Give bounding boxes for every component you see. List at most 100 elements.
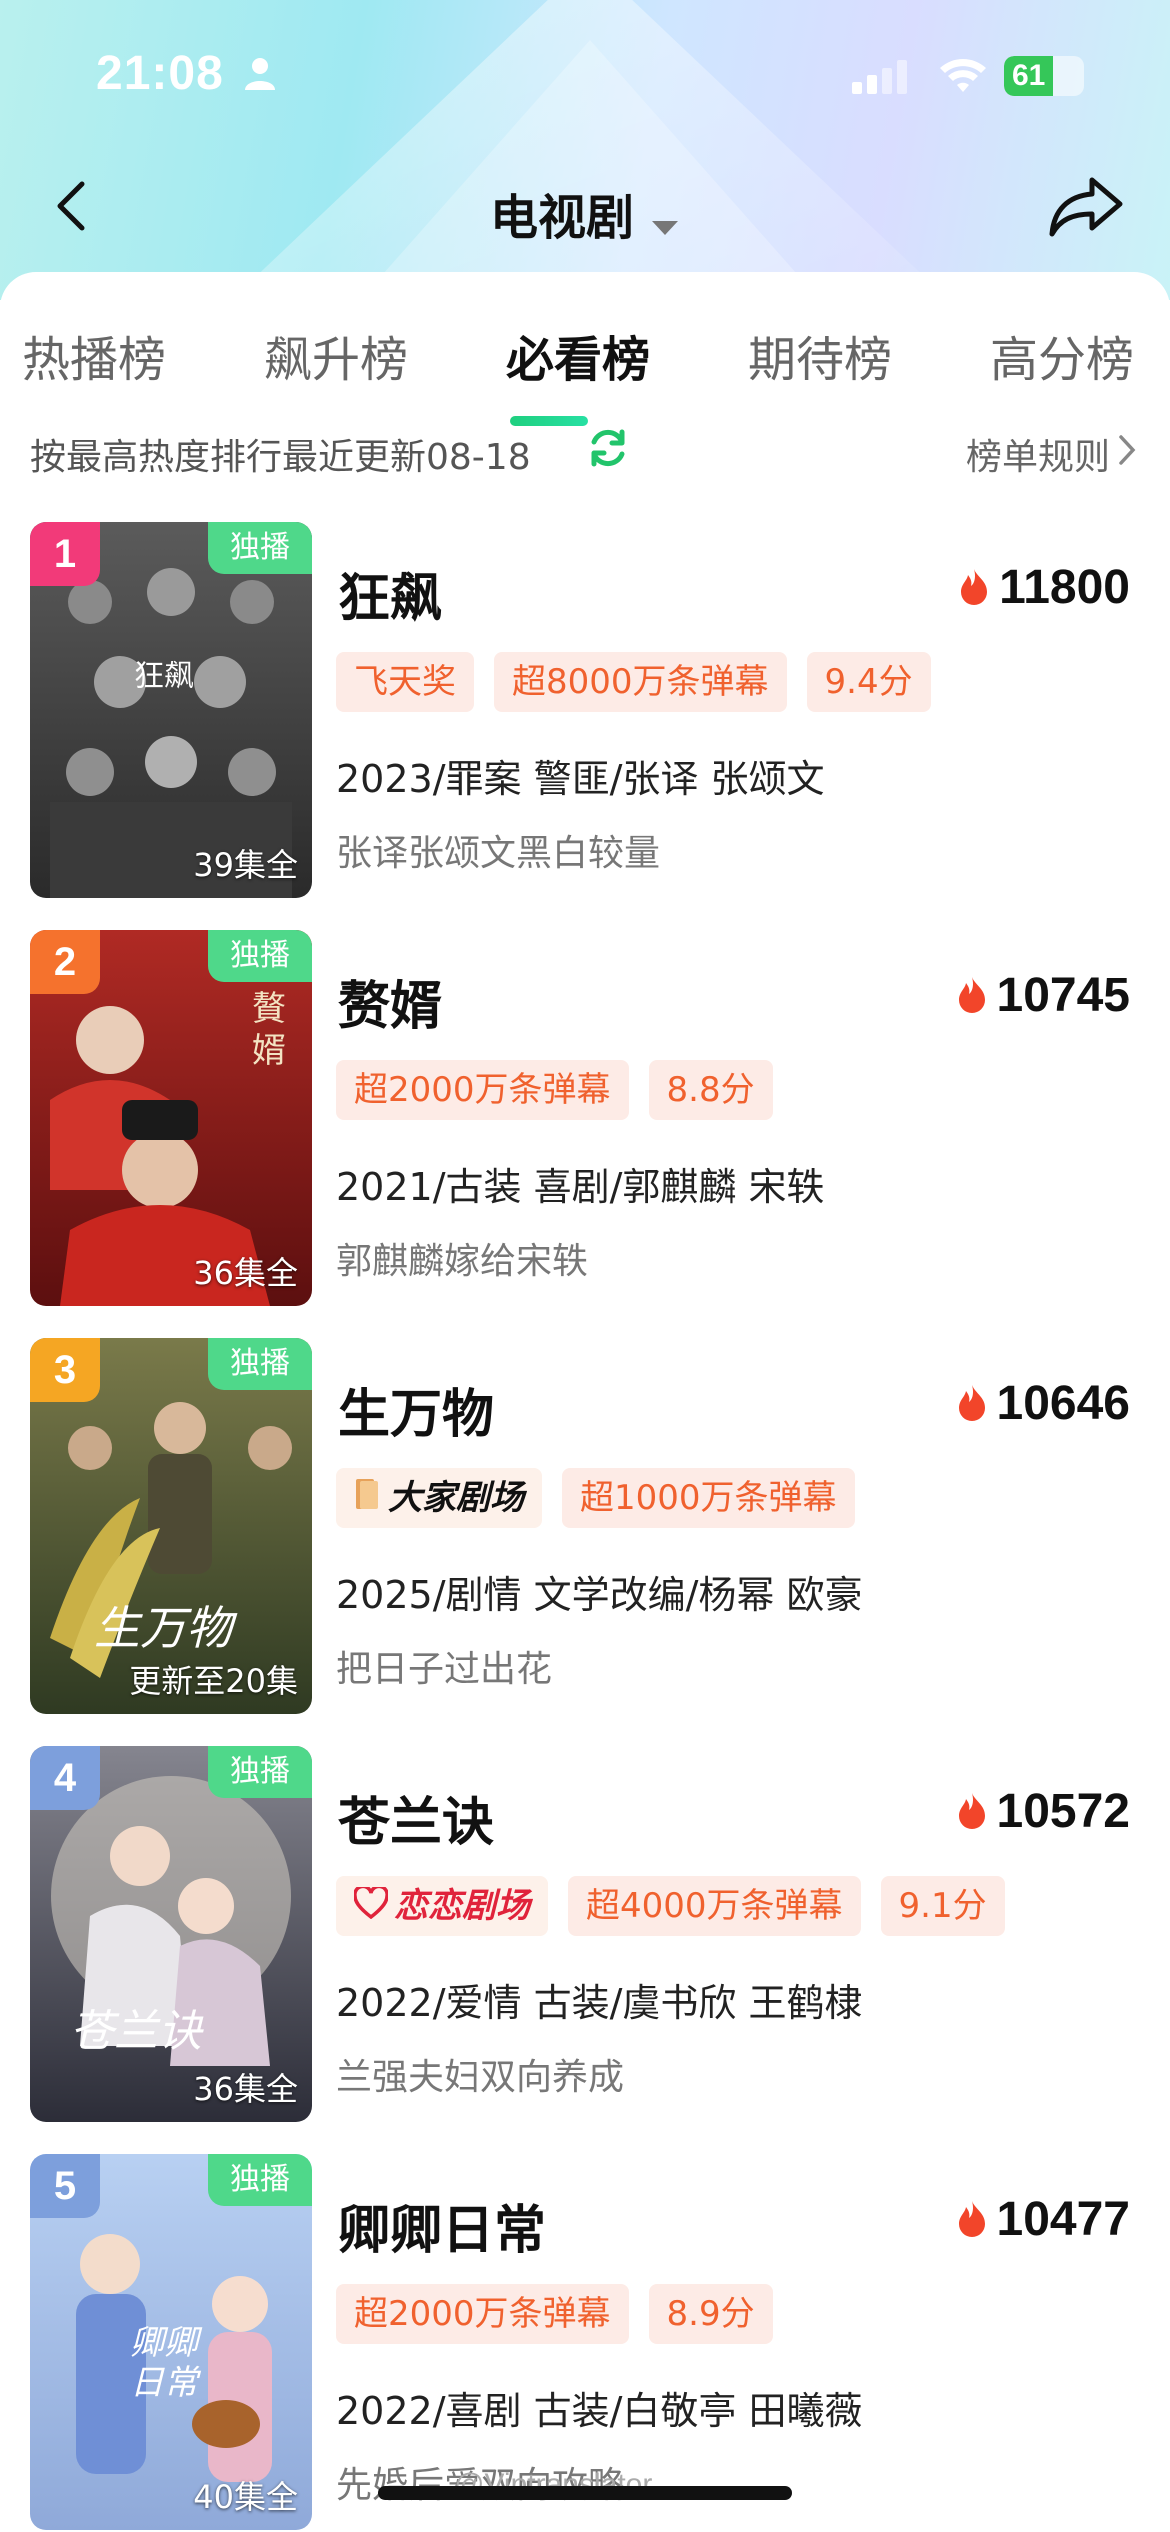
show-title[interactable]: 生万物 xyxy=(338,1372,494,1447)
score-tag: 9.1分 xyxy=(880,1876,1005,1936)
show-meta: 2022/喜剧 古装/白敬亭 田曦薇 xyxy=(336,2389,863,2433)
episode-count: 36集全 xyxy=(193,2070,298,2108)
tag-row: 恋恋剧场 超4000万条弹幕 9.1分 xyxy=(336,1876,1025,1936)
tag-row: 超2000万条弹幕 8.8分 xyxy=(336,1060,793,1120)
show-meta: 2021/古装 喜剧/郭麒麟 宋轶 xyxy=(336,1165,825,1209)
svg-text:生万物: 生万物 xyxy=(94,1601,238,1655)
poster-image[interactable]: 狂飙 1 独播 39集全 xyxy=(30,522,312,898)
list-item[interactable]: 贅 婿 2 独播 36集全 赘婿 10745 超2000万条弹幕 8.8分 202… xyxy=(0,930,1170,1330)
flame-icon xyxy=(957,1383,987,1425)
ranking-description: 按最高热度排行最近更新08-18 xyxy=(30,437,531,478)
content-sheet: 热播榜 飙升榜 必看榜 期待榜 高分榜 按最高热度排行最近更新08-18 榜单规… xyxy=(0,272,1170,2532)
poster-image[interactable]: 生万物 3 独播 更新至20集 xyxy=(30,1338,312,1714)
danmaku-tag: 超8000万条弹幕 xyxy=(494,652,787,712)
tab-must-watch[interactable]: 必看榜 xyxy=(506,320,650,390)
flame-icon xyxy=(959,567,989,609)
list-item[interactable]: 生万物 3 独播 更新至20集 生万物 10646 大家剧场 超1000万条弹幕 … xyxy=(0,1338,1170,1738)
exclusive-badge: 独播 xyxy=(208,1338,312,1390)
danmaku-tag: 超1000万条弹幕 xyxy=(562,1468,855,1528)
show-meta: 2022/爱情 古装/虞书欣 王鹤棣 xyxy=(336,1981,863,2025)
heat-score: 10572 xyxy=(957,1784,1130,1844)
show-blurb: 张译张颂文黑白较量 xyxy=(336,833,661,874)
exclusive-badge: 独播 xyxy=(208,1746,312,1798)
episode-count: 39集全 xyxy=(193,846,298,884)
person-icon xyxy=(243,56,277,94)
theater-logo-tag: 大家剧场 xyxy=(336,1468,542,1528)
tab-anticipated[interactable]: 期待榜 xyxy=(748,320,892,390)
rank-badge: 4 xyxy=(30,1746,100,1810)
exclusive-badge: 独播 xyxy=(208,2154,312,2206)
episode-count: 更新至20集 xyxy=(129,1662,298,1700)
ranking-rules-link[interactable]: 榜单规则 xyxy=(966,428,1110,480)
caret-down-icon xyxy=(650,193,680,249)
wifi-icon xyxy=(938,54,988,98)
ranking-tabs: 热播榜 飙升榜 必看榜 期待榜 高分榜 xyxy=(0,320,1170,426)
category-selector[interactable]: 电视剧 xyxy=(0,178,1170,249)
award-tag: 飞天奖 xyxy=(336,652,474,712)
episode-count: 40集全 xyxy=(193,2478,298,2516)
tab-rising[interactable]: 飙升榜 xyxy=(264,320,408,390)
page-title: 电视剧 xyxy=(489,190,634,246)
share-icon[interactable] xyxy=(1048,174,1124,242)
poster-image[interactable]: 苍兰诀 4 独播 36集全 xyxy=(30,1746,312,2122)
heat-value: 11800 xyxy=(999,561,1130,614)
episode-count: 36集全 xyxy=(193,1254,298,1292)
rank-badge: 3 xyxy=(30,1338,100,1402)
heat-score: 10646 xyxy=(957,1376,1130,1436)
tab-hot[interactable]: 热播榜 xyxy=(22,320,166,390)
cellular-signal-icon xyxy=(852,60,908,98)
danmaku-tag: 超4000万条弹幕 xyxy=(568,1876,861,1936)
tab-top-rated[interactable]: 高分榜 xyxy=(990,320,1134,390)
danmaku-tag: 超2000万条弹幕 xyxy=(336,1060,629,1120)
list-item[interactable]: 狂飙 1 独播 39集全 狂飙 11800 飞天奖 超8000万条弹幕 9.4分 2… xyxy=(0,522,1170,922)
home-indicator[interactable] xyxy=(378,2486,792,2500)
tag-row: 大家剧场 超1000万条弹幕 xyxy=(336,1468,875,1528)
poster-image[interactable]: 贅 婿 2 独播 36集全 xyxy=(30,930,312,1306)
heat-score: 10745 xyxy=(957,968,1130,1028)
ranking-subbar: 按最高热度排行最近更新08-18 榜单规则 xyxy=(0,422,1170,482)
svg-text:卿卿: 卿卿 xyxy=(130,2323,203,2363)
danmaku-tag: 超2000万条弹幕 xyxy=(336,2284,629,2344)
list-item[interactable]: 苍兰诀 4 独播 36集全 苍兰诀 10572 恋恋剧场 超4000万条弹幕 9.1… xyxy=(0,1746,1170,2146)
rank-badge: 5 xyxy=(30,2154,100,2218)
theater-logo-tag: 恋恋剧场 xyxy=(336,1876,548,1936)
book-icon xyxy=(354,1470,380,1530)
svg-text:婿: 婿 xyxy=(252,1031,286,1071)
flame-icon xyxy=(957,1791,987,1833)
show-meta: 2023/罪案 警匪/张译 张颂文 xyxy=(336,757,825,801)
poster-image[interactable]: 卿卿 日常 5 独播 40集全 xyxy=(30,2154,312,2530)
exclusive-badge: 独播 xyxy=(208,930,312,982)
refresh-icon[interactable] xyxy=(586,426,630,474)
svg-text:苍兰诀: 苍兰诀 xyxy=(70,2006,204,2057)
score-tag: 9.4分 xyxy=(806,652,931,712)
tag-row: 飞天奖 超8000万条弹幕 9.4分 xyxy=(336,652,951,712)
score-tag: 8.8分 xyxy=(648,1060,773,1120)
heart-logo-icon xyxy=(353,1878,389,1938)
heat-value: 10646 xyxy=(996,1377,1130,1430)
show-title[interactable]: 赘婿 xyxy=(338,964,442,1039)
heat-value: 10745 xyxy=(996,969,1130,1022)
heat-score: 11800 xyxy=(959,560,1130,620)
show-title[interactable]: 卿卿日常 xyxy=(338,2188,546,2263)
status-time: 21:08 xyxy=(96,47,224,100)
show-blurb: 郭麒麟嫁给宋轶 xyxy=(336,1241,589,1282)
svg-text:日常: 日常 xyxy=(130,2363,202,2403)
exclusive-badge: 独播 xyxy=(208,522,312,574)
rank-badge: 1 xyxy=(30,522,100,586)
show-title[interactable]: 苍兰诀 xyxy=(338,1780,494,1855)
score-tag: 8.9分 xyxy=(648,2284,773,2344)
svg-text:贅: 贅 xyxy=(252,989,286,1029)
heat-value: 10572 xyxy=(996,1785,1130,1838)
tag-row: 超2000万条弹幕 8.9分 xyxy=(336,2284,793,2344)
show-meta: 2025/剧情 文学改编/杨幂 欧豪 xyxy=(336,1573,863,1617)
status-bar: 21:08 61 xyxy=(0,40,1170,112)
battery-percent: 61 xyxy=(1012,59,1046,92)
nav-bar: 电视剧 xyxy=(0,160,1170,250)
svg-text:狂飙: 狂飙 xyxy=(134,659,194,694)
heat-value: 10477 xyxy=(996,2193,1130,2246)
flame-icon xyxy=(957,2199,987,2241)
rank-badge: 2 xyxy=(30,930,100,994)
chevron-right-icon xyxy=(1118,434,1136,470)
show-blurb: 把日子过出花 xyxy=(336,1649,553,1690)
show-title[interactable]: 狂飙 xyxy=(338,556,442,631)
